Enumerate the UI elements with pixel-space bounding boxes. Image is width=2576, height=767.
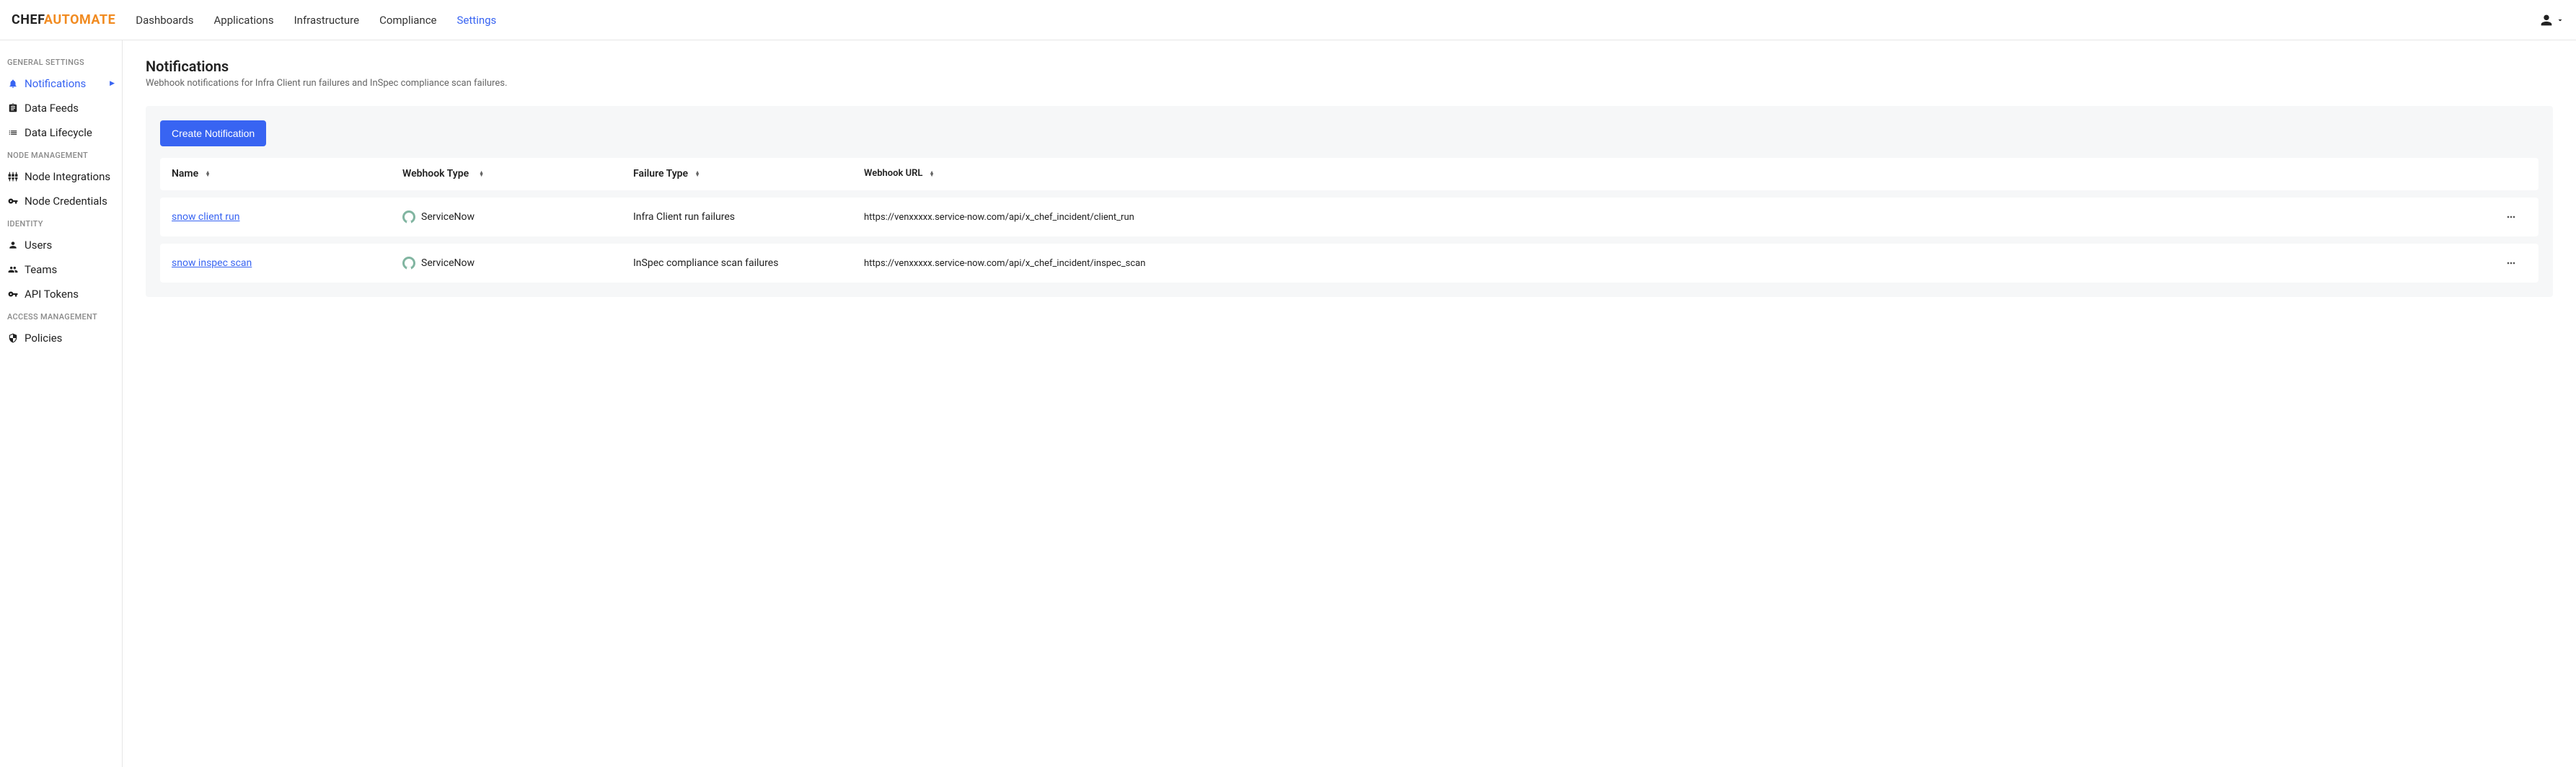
page-title: Notifications <box>146 58 2553 75</box>
person-icon <box>7 240 19 250</box>
list-icon <box>7 128 19 138</box>
page-subtitle: Webhook notifications for Infra Client r… <box>146 78 2553 89</box>
notification-name-link[interactable]: snow client run <box>172 211 239 223</box>
cell-failure-type: Infra Client run failures <box>633 211 864 223</box>
nav-applications[interactable]: Applications <box>214 14 274 27</box>
header-webhook-url[interactable]: Webhook URL ▲▼ <box>864 168 2505 179</box>
sidebar-item-label: API Tokens <box>25 288 79 301</box>
nav-compliance[interactable]: Compliance <box>379 14 436 27</box>
user-menu[interactable] <box>2538 12 2564 28</box>
cell-name: snow client run <box>172 211 402 223</box>
logo-automate: AUTOMATE <box>44 12 115 27</box>
sidebar-group-access: ACCESS MANAGEMENT <box>0 306 122 326</box>
sort-icon: ▲▼ <box>695 171 700 177</box>
create-notification-button[interactable]: Create Notification <box>160 120 266 146</box>
sidebar-item-node-credentials[interactable]: Node Credentials <box>0 189 122 213</box>
group-icon <box>7 265 19 275</box>
layout: GENERAL SETTINGS Notifications ▶ Data Fe… <box>0 40 2576 767</box>
sidebar-item-users[interactable]: Users <box>0 233 122 257</box>
header-left: CHEFAUTOMATE Dashboards Applications Inf… <box>12 12 496 27</box>
chevron-down-icon <box>2556 16 2564 25</box>
notifications-table: Name ▲▼ Webhook Type ▲▼ Failure Type ▲▼ … <box>160 158 2538 190</box>
clipboard-icon <box>7 103 19 113</box>
top-nav: Dashboards Applications Infrastructure C… <box>136 14 496 27</box>
table-row: snow client run ServiceNow Infra Client … <box>160 198 2538 236</box>
content-panel: Create Notification Name ▲▼ Webhook Type… <box>146 106 2553 297</box>
sidebar-group-identity: IDENTITY <box>0 213 122 233</box>
header-name-label: Name <box>172 168 198 179</box>
notification-name-link[interactable]: snow inspec scan <box>172 257 252 269</box>
more-icon <box>2505 211 2527 223</box>
sidebar-item-notifications[interactable]: Notifications ▶ <box>0 71 122 96</box>
sidebar-item-teams[interactable]: Teams <box>0 257 122 282</box>
servicenow-icon <box>402 210 415 223</box>
security-icon <box>7 333 19 343</box>
nav-infrastructure[interactable]: Infrastructure <box>294 14 359 27</box>
servicenow-icon <box>402 257 415 270</box>
cell-failure-type: InSpec compliance scan failures <box>633 257 864 269</box>
sidebar-item-label: Node Credentials <box>25 195 107 208</box>
sidebar-item-label: Node Integrations <box>25 170 110 183</box>
cell-webhook-url: https://venxxxxx.service-now.com/api/x_c… <box>864 212 2505 223</box>
key-icon <box>7 196 19 206</box>
header-failure-type-label: Failure Type <box>633 168 688 179</box>
arrow-right-icon: ▶ <box>110 80 115 87</box>
header-webhook-type-label: Webhook Type <box>402 168 469 179</box>
logo[interactable]: CHEFAUTOMATE <box>12 12 115 27</box>
cell-webhook-type: ServiceNow <box>402 257 633 270</box>
sidebar-item-label: Data Lifecycle <box>25 126 92 139</box>
header-webhook-url-label: Webhook URL <box>864 168 922 179</box>
nav-dashboards[interactable]: Dashboards <box>136 14 193 27</box>
row-actions-button[interactable] <box>2505 211 2527 223</box>
sidebar-group-node: NODE MANAGEMENT <box>0 145 122 164</box>
sort-icon: ▲▼ <box>206 171 211 177</box>
settings-input-icon <box>7 172 19 182</box>
sidebar-item-label: Users <box>25 239 52 252</box>
cell-webhook-url: https://venxxxxx.service-now.com/api/x_c… <box>864 258 2505 269</box>
bell-icon <box>7 79 19 89</box>
cell-name: snow inspec scan <box>172 257 402 269</box>
sidebar-item-data-lifecycle[interactable]: Data Lifecycle <box>0 120 122 145</box>
sidebar-item-node-integrations[interactable]: Node Integrations <box>0 164 122 189</box>
webhook-type-label: ServiceNow <box>421 211 475 223</box>
header-webhook-type[interactable]: Webhook Type ▲▼ <box>402 168 633 179</box>
webhook-type-label: ServiceNow <box>421 257 475 269</box>
logo-chef: CHEF <box>12 12 44 27</box>
more-icon <box>2505 257 2527 269</box>
table-row: snow inspec scan ServiceNow InSpec compl… <box>160 244 2538 283</box>
user-icon <box>2538 12 2554 28</box>
nav-settings[interactable]: Settings <box>457 14 497 27</box>
sidebar-item-label: Policies <box>25 332 62 345</box>
sort-icon: ▲▼ <box>930 171 935 177</box>
sidebar-item-label: Data Feeds <box>25 102 79 115</box>
cell-webhook-type: ServiceNow <box>402 210 633 223</box>
header-actions <box>2505 168 2527 179</box>
sort-icon: ▲▼ <box>479 171 484 177</box>
sidebar-item-data-feeds[interactable]: Data Feeds <box>0 96 122 120</box>
header-failure-type[interactable]: Failure Type ▲▼ <box>633 168 864 179</box>
sidebar-item-label: Teams <box>25 263 57 276</box>
row-actions-button[interactable] <box>2505 257 2527 269</box>
top-header: CHEFAUTOMATE Dashboards Applications Inf… <box>0 0 2576 40</box>
sidebar-item-policies[interactable]: Policies <box>0 326 122 350</box>
sidebar-group-general: GENERAL SETTINGS <box>0 52 122 71</box>
sidebar-item-label: Notifications <box>25 77 86 90</box>
header-name[interactable]: Name ▲▼ <box>172 168 402 179</box>
main-content: Notifications Webhook notifications for … <box>123 40 2576 767</box>
sidebar-item-api-tokens[interactable]: API Tokens <box>0 282 122 306</box>
table-header: Name ▲▼ Webhook Type ▲▼ Failure Type ▲▼ … <box>160 158 2538 190</box>
sidebar: GENERAL SETTINGS Notifications ▶ Data Fe… <box>0 40 123 767</box>
vpn-key-icon <box>7 289 19 299</box>
